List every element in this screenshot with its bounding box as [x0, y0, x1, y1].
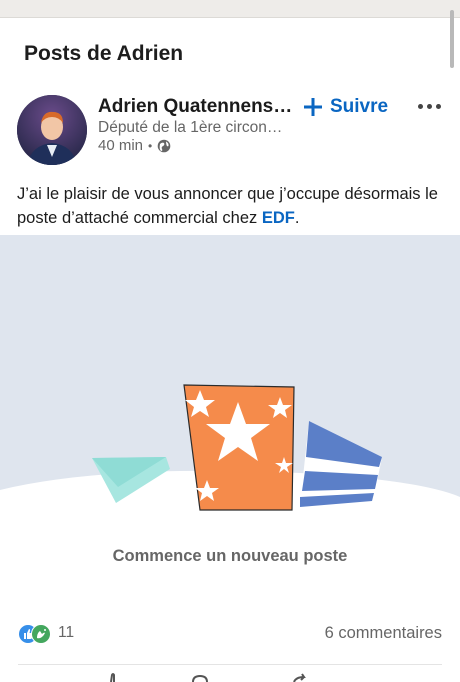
post-text-end: .: [294, 209, 300, 227]
author-name[interactable]: Adrien Quatennens…: [98, 96, 292, 118]
post-body: J’ai le plaisir de vous annoncer que j’o…: [17, 182, 447, 230]
separator-dot: •: [148, 138, 153, 153]
plus-icon: [304, 98, 322, 116]
celebrate-reaction-icon: [31, 624, 51, 644]
scrollbar[interactable]: [450, 10, 454, 68]
comment-action-icon[interactable]: [190, 672, 210, 682]
start-new-post-prompt[interactable]: Commence un nouveau poste: [0, 547, 460, 566]
divider: [18, 664, 442, 665]
like-action-icon[interactable]: [103, 672, 123, 682]
more-options-icon[interactable]: [418, 98, 444, 114]
reactions-summary[interactable]: 11: [18, 624, 75, 644]
reaction-icons: [18, 624, 51, 644]
follow-button[interactable]: Suivre: [302, 96, 388, 118]
post-meta: 40 min •: [98, 137, 171, 154]
author-headline: Député de la 1ère circon…: [98, 119, 283, 136]
post-time: 40 min: [98, 137, 144, 154]
post-text: J’ai le plaisir de vous annoncer que j’o…: [17, 185, 438, 227]
globe-icon: [157, 139, 171, 152]
reactions-count: 11: [58, 624, 75, 641]
top-bar: [0, 0, 460, 18]
page-title: Posts de Adrien: [24, 42, 184, 65]
share-action-icon[interactable]: [290, 672, 310, 682]
avatar[interactable]: [17, 95, 87, 165]
follow-label: Suivre: [330, 96, 389, 117]
company-tag-link[interactable]: EDF: [262, 209, 295, 227]
new-job-illustration: [0, 235, 460, 511]
comments-count-link[interactable]: 6 commentaires: [325, 624, 442, 643]
